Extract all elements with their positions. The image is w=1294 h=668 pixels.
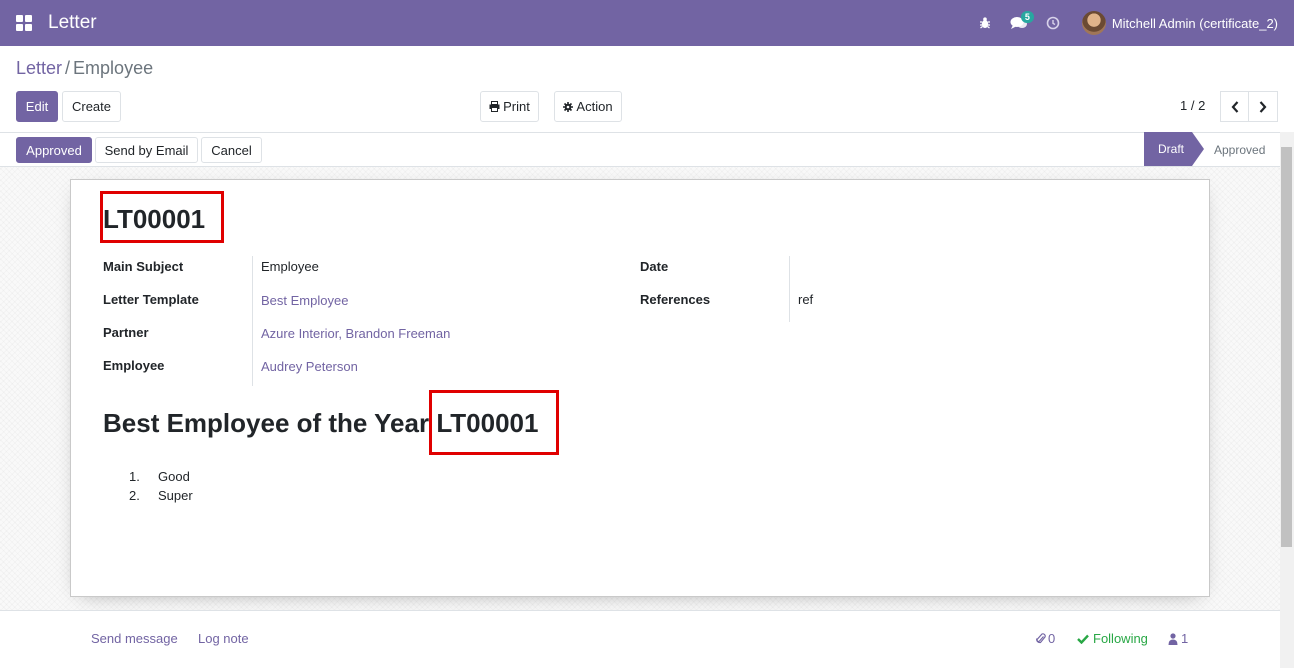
debug-bug-icon[interactable] — [968, 0, 1002, 46]
app-name[interactable]: Letter — [48, 12, 97, 34]
employee-label: Employee — [103, 358, 165, 373]
breadcrumb-separator: / — [65, 58, 71, 78]
references-value: ref — [798, 292, 814, 307]
send-by-email-button[interactable]: Send by Email — [95, 137, 198, 163]
main-subject-label: Main Subject — [103, 259, 184, 274]
followers-button[interactable]: 1 — [1168, 631, 1188, 646]
edit-button[interactable]: Edit — [16, 91, 58, 122]
partner-label: Partner — [103, 325, 149, 340]
form-sheet — [70, 179, 1210, 597]
gear-icon — [563, 101, 574, 112]
references-label: References — [640, 292, 711, 307]
user-menu[interactable]: Mitchell Admin (certificate_2) — [1081, 11, 1278, 35]
apps-menu-icon[interactable] — [0, 0, 48, 46]
main-subject-value: Employee — [261, 259, 319, 274]
top-navbar: Letter 5 Mitchell Admin (certificate_2) — [0, 0, 1294, 46]
list-item: Good — [158, 469, 190, 484]
action-button[interactable]: Action — [554, 91, 622, 122]
letter-template-label: Letter Template — [103, 292, 199, 307]
list-item-number: 1. — [129, 469, 140, 484]
breadcrumb: Letter / Employee — [16, 58, 153, 79]
messages-badge: 5 — [1020, 11, 1034, 23]
partner-link[interactable]: Azure Interior, Brandon Freeman — [261, 326, 450, 341]
messages-icon[interactable]: 5 — [1002, 0, 1036, 46]
user-name: Mitchell Admin (certificate_2) — [1111, 15, 1278, 31]
chevron-right-icon — [1259, 100, 1267, 113]
highlight-box-reference — [100, 191, 224, 243]
check-icon — [1077, 634, 1089, 644]
activity-clock-icon[interactable] — [1036, 0, 1070, 46]
attachments-button[interactable]: 0 — [1036, 631, 1055, 646]
create-button[interactable]: Create — [62, 91, 121, 122]
highlight-box-body-reference — [429, 390, 559, 455]
date-label: Date — [640, 259, 669, 274]
approved-button[interactable]: Approved — [16, 137, 92, 163]
field-divider-left — [252, 256, 253, 386]
list-item-number: 2. — [129, 488, 140, 503]
print-icon — [489, 101, 500, 112]
user-icon — [1168, 632, 1178, 645]
action-label: Action — [576, 99, 613, 114]
breadcrumb-parent[interactable]: Letter — [16, 58, 62, 78]
followers-count: 1 — [1181, 631, 1189, 646]
chevron-left-icon — [1231, 100, 1239, 113]
following-label: Following — [1093, 631, 1148, 646]
pager-value[interactable]: 1 / 2 — [1180, 98, 1205, 113]
following-button[interactable]: Following — [1077, 631, 1148, 646]
scrollbar-thumb[interactable] — [1281, 147, 1292, 547]
letter-body-title-text: Best Employee of the Year — [103, 408, 430, 438]
list-item: Super — [158, 488, 193, 503]
print-button[interactable]: Print — [480, 91, 539, 122]
letter-template-link[interactable]: Best Employee — [261, 293, 348, 308]
field-divider-right — [789, 256, 790, 322]
print-label: Print — [503, 99, 530, 114]
log-note-button[interactable]: Log note — [198, 631, 249, 646]
avatar — [1081, 11, 1106, 35]
attachments-count: 0 — [1048, 631, 1056, 646]
breadcrumb-current: Employee — [73, 58, 154, 78]
stage-approved[interactable]: Approved — [1214, 143, 1265, 157]
send-message-button[interactable]: Send message — [91, 631, 178, 646]
cancel-button[interactable]: Cancel — [201, 137, 262, 163]
stage-draft[interactable]: Draft — [1144, 132, 1204, 166]
pager-next-button[interactable] — [1248, 91, 1278, 122]
pager-previous-button[interactable] — [1220, 91, 1250, 122]
employee-link[interactable]: Audrey Peterson — [261, 359, 358, 374]
paperclip-icon — [1036, 633, 1046, 644]
